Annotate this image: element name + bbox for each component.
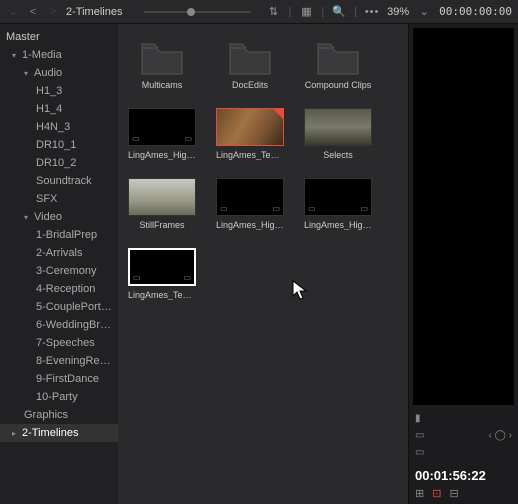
bin-tree: Master ▾1-Media ▾Audio H1_3 H1_4 H4N_3 D…: [0, 24, 118, 504]
viewer-mode-icon[interactable]: ▭: [415, 430, 424, 441]
clip-label: LingAmes_Teaser...: [216, 150, 284, 160]
options-icon[interactable]: •••: [363, 6, 381, 18]
match-frame-icon[interactable]: ▭: [415, 447, 424, 458]
clip-label: LingAmes_Highlig...: [216, 220, 284, 230]
timeline-thumb: [128, 178, 196, 216]
zoom-dropdown-icon[interactable]: ⌄: [415, 5, 433, 18]
timeline-icon: ▭: [132, 134, 140, 143]
tree-video-item[interactable]: 3-Ceremony: [0, 262, 118, 280]
insert-icon[interactable]: ⊞: [415, 487, 424, 500]
timeline-icon: ▭: [360, 204, 368, 213]
bin-label: Multicams: [128, 80, 196, 90]
bin-multicams[interactable]: Multicams: [128, 42, 196, 90]
tree-timelines[interactable]: ▸2-Timelines: [0, 424, 118, 442]
tree-video-item[interactable]: 2-Arrivals: [0, 244, 118, 262]
timeline-icon: ▭: [133, 273, 141, 282]
clip-highlights-2[interactable]: ▭▭ LingAmes_Highlig...: [216, 178, 284, 230]
tree-audio-item[interactable]: DR10_2: [0, 154, 118, 172]
clip-highlights-3[interactable]: ▭▭ LingAmes_Highlig...: [304, 178, 372, 230]
tree-master[interactable]: Master: [0, 28, 118, 46]
timeline-icon: ▭: [308, 204, 316, 213]
tree-video-item[interactable]: 7-Speeches: [0, 334, 118, 352]
folder-icon: [140, 42, 184, 76]
viewer-timecode-top[interactable]: 00:00:00:00: [439, 5, 512, 18]
zoom-percent[interactable]: 39%: [387, 6, 409, 18]
grid-view-icon[interactable]: ▦: [297, 5, 315, 18]
bin-compound[interactable]: Compound Clips: [304, 42, 372, 90]
overwrite-icon[interactable]: ⊡: [432, 487, 441, 500]
timeline-icon: ▭: [220, 204, 228, 213]
tree-media[interactable]: ▾1-Media: [0, 46, 118, 64]
bin-label: DocEdits: [216, 80, 284, 90]
clip-stillframes[interactable]: StillFrames: [128, 178, 196, 230]
tree-audio-item[interactable]: DR10_1: [0, 136, 118, 154]
timeline-thumb: ▭▭: [216, 178, 284, 216]
clip-label: LingAmes_Highlig...: [128, 150, 196, 160]
tree-audio-item[interactable]: SFX: [0, 190, 118, 208]
tree-video-item[interactable]: 10-Party: [0, 388, 118, 406]
clip-teaser-2[interactable]: ▭▭ LingAmes_Teaser...: [128, 248, 196, 300]
tree-video-item[interactable]: 9-FirstDance: [0, 370, 118, 388]
chevron-right-icon[interactable]: ›: [509, 430, 512, 441]
timeline-icon: ▭: [184, 134, 192, 143]
timeline-thumb: [304, 108, 372, 146]
clip-teaser-1[interactable]: LingAmes_Teaser...: [216, 108, 284, 160]
tree-video-item[interactable]: 6-WeddingBreakfast: [0, 316, 118, 334]
search-icon[interactable]: 🔍: [330, 5, 348, 18]
timeline-thumb: ▭▭: [128, 108, 196, 146]
timeline-thumb: ▭▭: [128, 248, 196, 286]
nav-back[interactable]: <: [26, 6, 40, 18]
tree-video[interactable]: ▾Video: [0, 208, 118, 226]
tree-video-item[interactable]: 5-CouplePortraits: [0, 298, 118, 316]
marker-icon: [273, 109, 283, 119]
loop-icon[interactable]: ◯: [495, 430, 506, 441]
viewer-timecode[interactable]: 00:01:56:22: [415, 464, 512, 487]
clip-label: StillFrames: [128, 220, 196, 230]
tree-video-item[interactable]: 1-BridalPrep: [0, 226, 118, 244]
clip-selects[interactable]: Selects: [304, 108, 372, 160]
tree-audio-item[interactable]: H1_3: [0, 82, 118, 100]
tree-video-item[interactable]: 8-EveningReception: [0, 352, 118, 370]
tree-audio[interactable]: ▾Audio: [0, 64, 118, 82]
sort-icon[interactable]: ⇅: [265, 5, 283, 18]
timeline-icon: ▭: [183, 273, 191, 282]
timeline-icon: ▭: [272, 204, 280, 213]
breadcrumb[interactable]: 2-Timelines: [66, 6, 122, 18]
clip-label: LingAmes_Highlig...: [304, 220, 372, 230]
viewer[interactable]: [413, 28, 514, 405]
clip-highlights-1[interactable]: ▭▭ LingAmes_Highlig...: [128, 108, 196, 160]
folder-icon: [228, 42, 272, 76]
tree-audio-item[interactable]: H1_4: [0, 100, 118, 118]
playhead-marker-icon: ▮: [415, 413, 421, 424]
chevron-left-icon[interactable]: ‹: [489, 430, 492, 441]
nav-forward[interactable]: >: [46, 6, 60, 18]
timeline-thumb: [216, 108, 284, 146]
bin-docedits[interactable]: DocEdits: [216, 42, 284, 90]
bin-label: Compound Clips: [304, 80, 372, 90]
tree-audio-item[interactable]: H4N_3: [0, 118, 118, 136]
replace-icon[interactable]: ⊟: [449, 487, 458, 500]
clip-label: LingAmes_Teaser...: [128, 290, 196, 300]
expand-icon[interactable]: ⌄: [6, 5, 20, 18]
folder-icon: [316, 42, 360, 76]
tree-audio-item[interactable]: Soundtrack: [0, 172, 118, 190]
viewer-panel: ▮ ▭ ‹ ◯ › ▭ 00:01:56:22 ⊞ ⊡ ⊟: [408, 24, 518, 504]
thumbnail-size-slider[interactable]: [144, 11, 250, 13]
media-grid: Multicams DocEdits Compound Clips ▭▭: [118, 24, 408, 504]
tree-graphics[interactable]: Graphics: [0, 406, 118, 424]
tree-video-item[interactable]: 4-Reception: [0, 280, 118, 298]
clip-label: Selects: [304, 150, 372, 160]
timeline-thumb: ▭▭: [304, 178, 372, 216]
